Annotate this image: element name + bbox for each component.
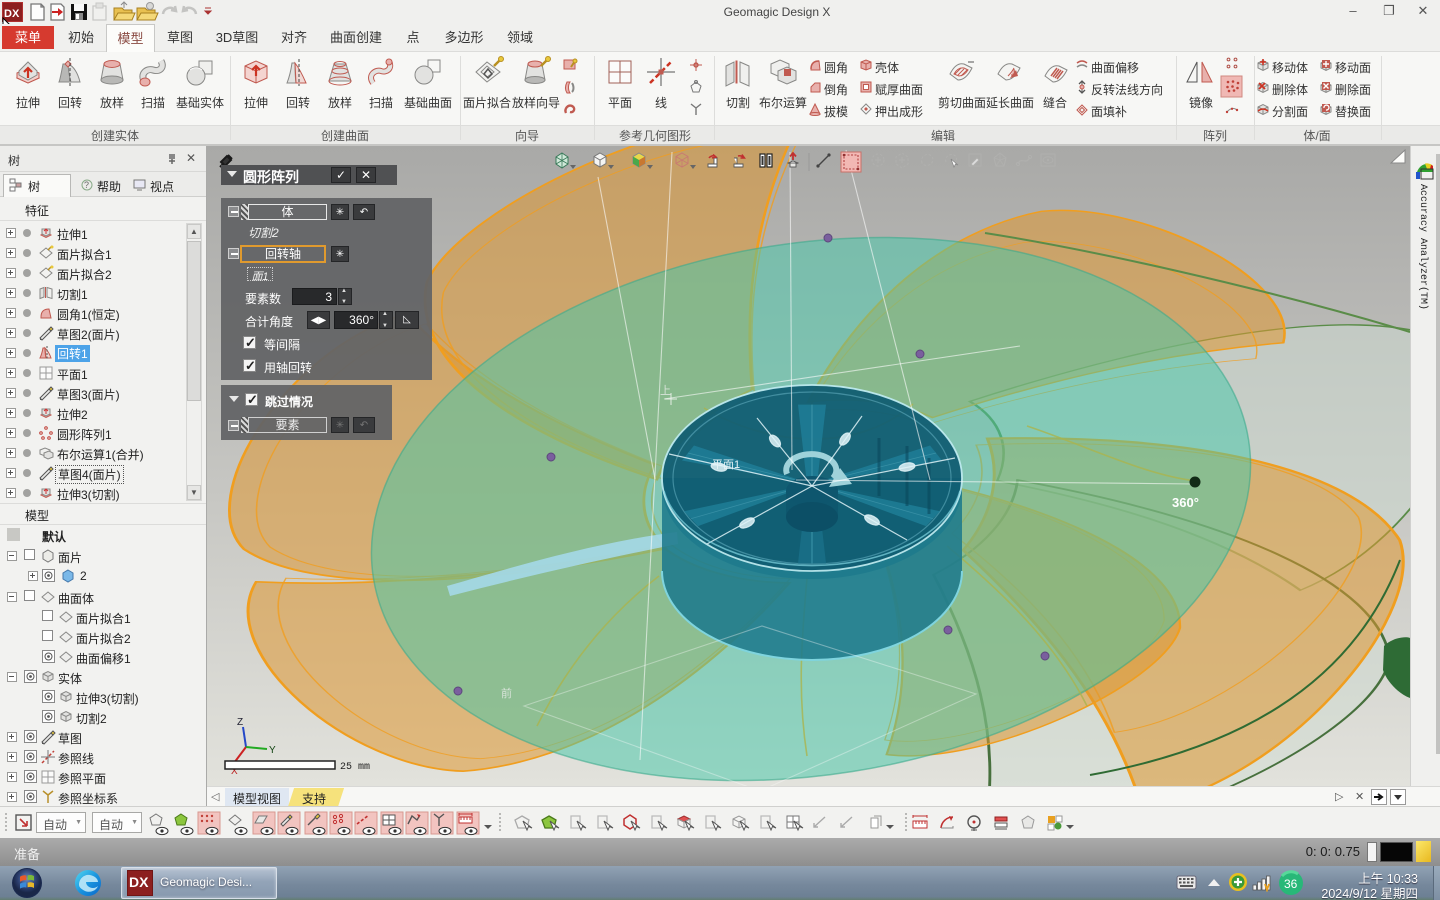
svg-text:Y: Y: [269, 745, 276, 756]
svg-text:DX: DX: [4, 8, 20, 20]
svg-text:前: 前: [501, 686, 512, 700]
svg-text:360°: 360°: [1172, 495, 1199, 510]
svg-text:平面1: 平面1: [712, 459, 740, 471]
svg-text:25 mm: 25 mm: [340, 762, 370, 773]
svg-text:?: ?: [84, 180, 89, 190]
svg-text:Z: Z: [237, 717, 243, 728]
